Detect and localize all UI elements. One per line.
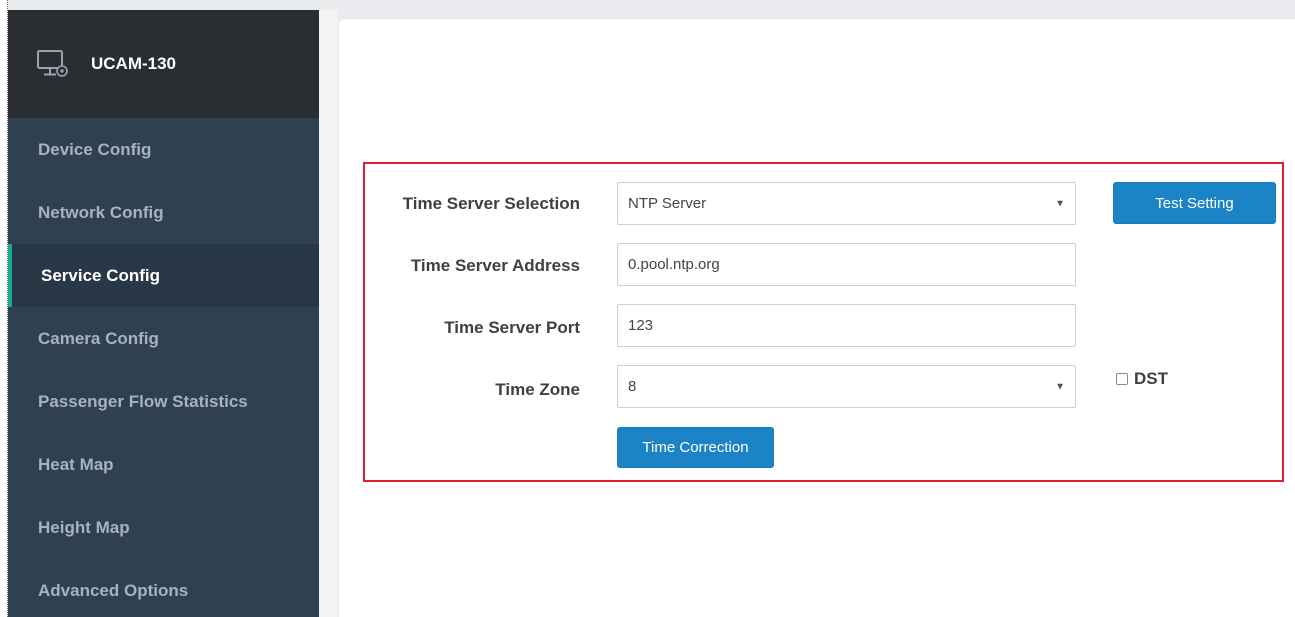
time-server-selection-select[interactable]: NTP Server ▼: [617, 182, 1076, 225]
time-correction-button[interactable]: Time Correction: [617, 427, 774, 468]
time-zone-value: 8: [628, 378, 637, 395]
sidebar-item-heat-map[interactable]: Heat Map: [8, 433, 319, 496]
time-server-address-field[interactable]: [628, 256, 1065, 273]
sidebar-header: UCAM-130: [8, 10, 319, 118]
sidebar-item-network-config[interactable]: Network Config: [8, 181, 319, 244]
time-server-address-input[interactable]: [617, 243, 1076, 286]
time-zone-label: Time Zone: [495, 380, 580, 399]
dst-label: DST: [1134, 369, 1168, 388]
dropdown-caret-icon: ▼: [1055, 198, 1065, 209]
dropdown-caret-icon: ▼: [1055, 381, 1065, 392]
sidebar-item-passenger-flow-statistics[interactable]: Passenger Flow Statistics: [8, 370, 319, 433]
time-server-port-label: Time Server Port: [444, 318, 580, 337]
sidebar-item-height-map[interactable]: Height Map: [8, 496, 319, 559]
test-setting-button[interactable]: Test Setting: [1113, 182, 1276, 224]
app-title: UCAM-130: [91, 54, 177, 73]
sidebar-item-service-config[interactable]: Service Config: [8, 244, 319, 307]
content-gutter: [319, 10, 338, 617]
sidebar-item-advanced-options[interactable]: Advanced Options: [8, 559, 319, 617]
time-server-port-field[interactable]: [628, 317, 1065, 334]
time-server-selection-value: NTP Server: [628, 195, 707, 212]
monitor-gear-icon: [37, 49, 69, 79]
time-server-address-label: Time Server Address: [410, 256, 580, 275]
window-edge: [0, 0, 8, 617]
sidebar-item-camera-config[interactable]: Camera Config: [8, 307, 319, 370]
time-server-port-input[interactable]: [617, 304, 1076, 347]
time-server-selection-label: Time Server Selection: [402, 194, 580, 213]
sidebar-item-device-config[interactable]: Device Config: [8, 118, 319, 181]
dst-option[interactable]: DST: [1116, 369, 1168, 389]
sidebar: UCAM-130 Device Config Network Config Se…: [8, 10, 319, 617]
time-zone-select[interactable]: 8 ▼: [617, 365, 1076, 408]
dst-checkbox[interactable]: [1116, 373, 1128, 385]
